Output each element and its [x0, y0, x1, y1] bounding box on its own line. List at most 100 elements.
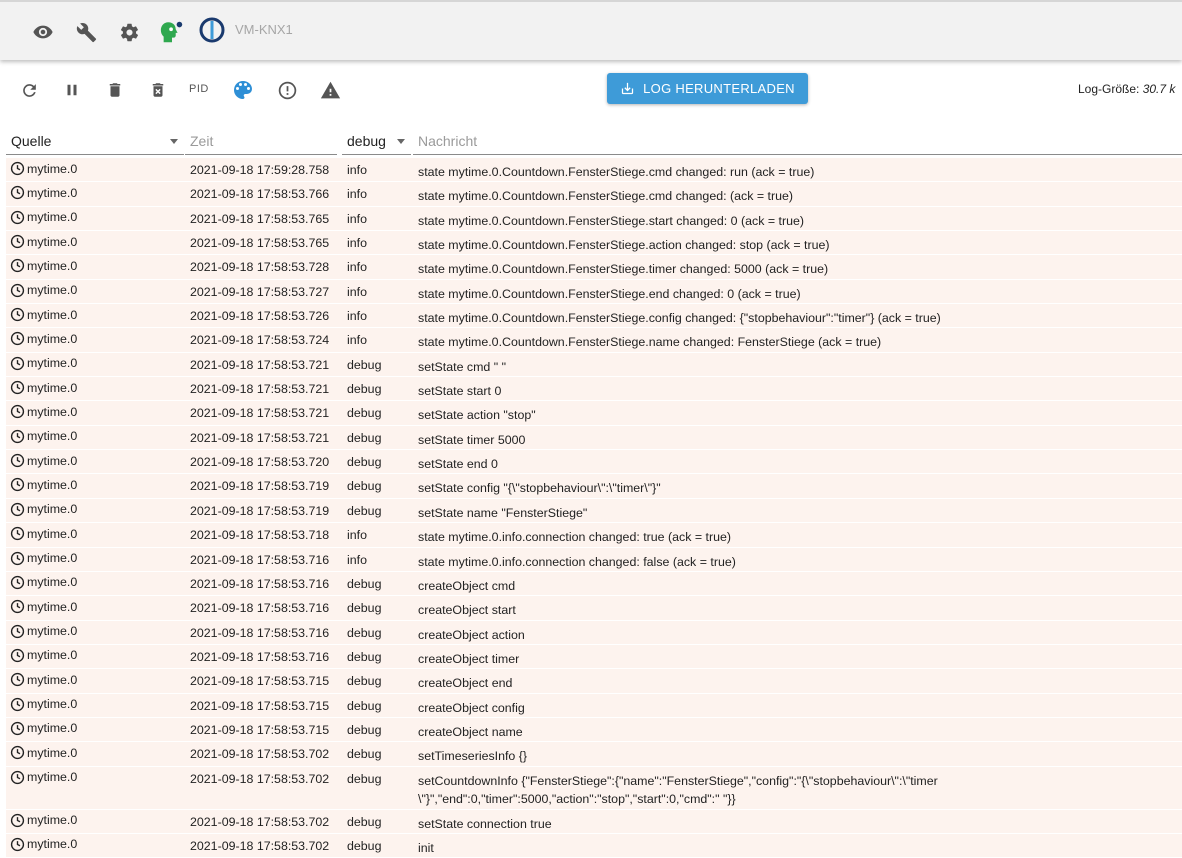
log-message: setState start 0: [418, 382, 1008, 400]
log-source-label: mytime.0: [27, 161, 78, 176]
log-severity: debug: [347, 649, 382, 664]
log-row: mytime.0 2021-09-18 17:58:53.721 debug setS…: [6, 352, 1182, 378]
log-severity: debug: [347, 722, 382, 737]
log-time: 2021-09-18 17:58:53.721: [190, 406, 330, 421]
log-time: 2021-09-18 17:58:53.716: [190, 552, 330, 567]
pause-icon[interactable]: [60, 78, 84, 102]
log-source-label: mytime.0: [27, 721, 78, 736]
log-message: createObject config: [418, 699, 1008, 717]
log-source-label: mytime.0: [27, 429, 78, 444]
log-source: mytime.0: [10, 599, 77, 614]
log-source: mytime.0: [10, 161, 77, 176]
clock-icon: [10, 454, 25, 468]
log-time: 2021-09-18 17:58:53.715: [190, 698, 330, 713]
log-source-label: mytime.0: [27, 234, 78, 249]
log-source: mytime.0: [10, 380, 77, 395]
log-source-label: mytime.0: [27, 453, 78, 468]
log-source: mytime.0: [10, 745, 77, 760]
log-time: 2021-09-18 17:58:53.766: [190, 187, 330, 202]
message-filter-input[interactable]: Nachricht: [413, 122, 1182, 155]
log-time: 2021-09-18 17:58:53.716: [190, 576, 330, 591]
log-message: state mytime.0.Countdown.FensterStiege.c…: [418, 163, 1008, 181]
log-row: mytime.0 2021-09-18 17:59:28.758 info state…: [6, 158, 1182, 183]
error-circle-icon[interactable]: [275, 78, 299, 102]
log-row: mytime.0 2021-09-18 17:58:53.719 debug setS…: [6, 498, 1182, 524]
clock-icon: [10, 429, 25, 443]
log-time: 2021-09-18 17:58:53.721: [190, 430, 330, 445]
log-source-label: mytime.0: [27, 404, 78, 419]
download-log-button[interactable]: LOG HERUNTERLADEN: [607, 73, 808, 104]
log-message-line: setState config "{\"stopbehaviour\":\"ti…: [418, 481, 661, 496]
admin-person-icon[interactable]: [159, 19, 185, 45]
log-severity: info: [347, 309, 367, 324]
log-time: 2021-09-18 17:58:53.765: [190, 211, 330, 226]
log-message: setState cmd " ": [418, 358, 1008, 376]
log-message: createObject start: [418, 601, 1008, 619]
log-severity: debug: [347, 698, 382, 713]
log-source: mytime.0: [10, 624, 77, 639]
delete-all-icon[interactable]: [146, 78, 170, 102]
log-row: mytime.0 2021-09-18 17:58:53.726 info state…: [6, 304, 1182, 329]
log-severity: debug: [347, 357, 382, 372]
log-message-line: setState connection true: [418, 816, 552, 831]
log-severity: debug: [347, 838, 382, 853]
log-row: mytime.0 2021-09-18 17:58:53.724 info state…: [6, 328, 1182, 353]
clock-icon: [10, 600, 25, 614]
log-time: 2021-09-18 17:58:53.721: [190, 357, 330, 372]
log-source: mytime.0: [10, 672, 77, 687]
log-message: setState action "stop": [418, 406, 1008, 424]
log-row: mytime.0 2021-09-18 17:58:53.716 debug crea…: [6, 596, 1182, 621]
refresh-icon[interactable]: [17, 78, 41, 102]
wrench-icon[interactable]: [73, 19, 99, 45]
clock-icon: [10, 502, 25, 516]
log-message-line: createObject end: [418, 676, 513, 691]
clock-icon: [10, 332, 25, 346]
eye-icon[interactable]: [30, 19, 56, 45]
log-source: mytime.0: [10, 356, 77, 371]
log-source: mytime.0: [10, 837, 77, 852]
log-source: mytime.0: [10, 526, 77, 541]
log-message: setState timer 5000: [418, 431, 1008, 449]
time-header: Zeit: [190, 133, 214, 149]
source-filter-select[interactable]: Quelle: [6, 122, 184, 155]
log-source-label: mytime.0: [27, 837, 78, 852]
log-source-label: mytime.0: [27, 331, 78, 346]
log-row: mytime.0 2021-09-18 17:58:53.721 debug setS…: [6, 401, 1182, 426]
log-source-label: mytime.0: [27, 551, 78, 565]
log-message: state mytime.0.Countdown.FensterStiege.n…: [418, 333, 1008, 351]
log-row: mytime.0 2021-09-18 17:58:53.702 debug init: [6, 833, 1182, 858]
log-row: mytime.0 2021-09-18 17:58:53.702 debug setT…: [6, 742, 1182, 767]
time-filter-input[interactable]: Zeit: [185, 122, 337, 155]
log-message-line: state mytime.0.Countdown.FensterStiege.a…: [418, 238, 830, 253]
clock-icon: [10, 697, 25, 711]
clock-icon: [10, 648, 25, 662]
log-row: mytime.0 2021-09-18 17:58:53.766 info state…: [6, 182, 1182, 207]
log-source-label: mytime.0: [27, 258, 78, 273]
clock-icon: [10, 186, 25, 200]
warning-triangle-icon[interactable]: [318, 78, 342, 102]
log-source-label: mytime.0: [27, 477, 78, 492]
palette-icon[interactable]: [231, 78, 255, 102]
log-severity: info: [347, 163, 367, 177]
log-severity: info: [347, 260, 367, 275]
log-message: state mytime.0.Countdown.FensterStiege.a…: [418, 236, 1008, 254]
delete-icon[interactable]: [103, 78, 127, 102]
clock-icon: [10, 380, 25, 395]
log-message-line: createObject timer: [418, 651, 520, 666]
clock-icon: [10, 624, 25, 638]
clock-icon: [10, 405, 25, 419]
severity-filter-select[interactable]: debug: [342, 122, 411, 155]
log-severity: debug: [347, 814, 382, 829]
log-message: createObject timer: [418, 650, 1008, 668]
log-size-value: 30.7 k: [1142, 82, 1176, 96]
pid-toggle[interactable]: PID: [189, 83, 209, 95]
log-message-line: state mytime.0.info.connection changed: …: [418, 530, 732, 545]
log-message: setCountdownInfo {"FensterStiege":{"name…: [418, 772, 1008, 808]
clock-icon: [10, 575, 25, 589]
clock-icon: [10, 673, 25, 687]
gear-icon[interactable]: [116, 19, 142, 45]
log-source-label: mytime.0: [27, 648, 78, 663]
log-message-line: createObject config: [418, 700, 525, 715]
message-header: Nachricht: [418, 133, 478, 149]
log-time: 2021-09-18 17:58:53.702: [190, 747, 330, 762]
